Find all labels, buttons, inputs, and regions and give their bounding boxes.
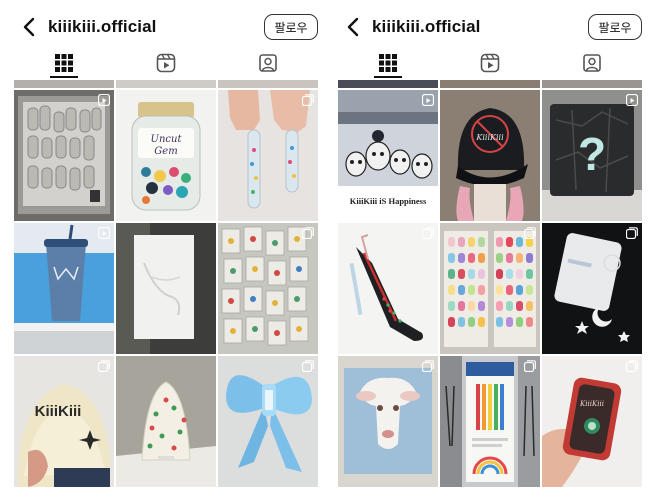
carousel-icon [302,94,314,106]
username: kiiikiii.official [372,17,481,36]
reel-icon [98,227,110,239]
post-image [338,356,438,487]
post-tile-hair-logo[interactable]: KiiiKiii [14,356,114,487]
post-image: KiiiKiii [542,356,642,487]
post-tile-cap[interactable]: KiiiKiii [440,90,540,221]
tab-reels[interactable] [116,48,216,78]
tab-reels[interactable] [440,48,540,78]
profile-panel-left: kiiikiii.official 팔로우 Uncut Gem KiiiKiii [14,0,318,499]
post-tile-phone-charm[interactable] [542,223,642,354]
happiness-caption: KiiiKiii iS Happiness [350,196,427,206]
post-image [116,223,216,354]
post-grid: Uncut Gem KiiiKiii [14,80,318,490]
reels-icon [480,53,500,73]
reel-icon [626,94,638,106]
grid-icon [55,54,73,72]
carousel-icon [524,360,536,372]
follow-button[interactable]: 팔로우 [264,14,318,40]
carousel-icon [422,360,434,372]
post-image: ? [542,90,642,221]
post-tile-pins[interactable] [218,223,318,354]
header: kiiikiii.official 팔로우 [338,10,642,44]
post-image: KiiiKiii iS Happiness [338,90,438,221]
post-tile-happiness[interactable]: KiiiKiii iS Happiness [338,90,438,221]
jar-label-line1: Uncut [151,134,183,145]
post-image [218,223,318,354]
profile-tabs [14,48,318,78]
carousel-icon [626,227,638,239]
back-arrow-icon[interactable] [344,16,364,38]
reel-icon [422,94,434,106]
previous-row-peek [14,80,318,88]
follow-button[interactable]: 팔로우 [588,14,642,40]
post-tile-tumbler[interactable] [14,223,114,354]
carousel-icon [422,227,434,239]
post-tile-uncut-gem-jar[interactable]: Uncut Gem [116,90,216,221]
post-image [218,90,318,221]
post-image [542,223,642,354]
profile-panel-right: kiiikiii.official 팔로우 KiiiKiii iS Happin… [338,0,642,499]
carousel-icon [98,360,110,372]
tagged-icon [583,54,601,72]
post-tile-question-mark[interactable]: ? [542,90,642,221]
reels-icon [156,53,176,73]
post-image [14,90,114,221]
back-arrow-icon[interactable] [20,16,40,38]
jar-label-line2: Gem [154,146,177,157]
post-tile-lamb[interactable] [338,356,438,487]
hair-caption: KiiiKiii [35,403,82,420]
tab-tagged[interactable] [218,48,318,78]
post-image [14,223,114,354]
post-grid: KiiiKiii iS Happiness KiiiKiii ? KiiiKii… [338,80,642,490]
carousel-icon [524,227,536,239]
post-image: Uncut Gem [116,90,216,221]
carousel-icon [302,360,314,372]
username: kiiikiii.official [48,17,157,36]
tab-tagged[interactable] [542,48,642,78]
tag-text: KiiiKiii [579,400,604,408]
question-mark: ? [578,128,606,180]
post-image: KiiiKiii [14,356,114,487]
profile-tabs [338,48,642,78]
post-tile-blue-bow[interactable] [218,356,318,487]
carousel-icon [302,227,314,239]
header: kiiikiii.official 팔로우 [14,10,318,44]
post-image [218,356,318,487]
post-tile-bottlecaps[interactable] [14,90,114,221]
tab-grid[interactable] [338,48,438,78]
reel-icon [98,94,110,106]
post-image [338,223,438,354]
post-tile-red-tag[interactable]: KiiiKiii [542,356,642,487]
post-image [440,356,540,487]
grid-icon [379,54,397,72]
post-image: KiiiKiii [440,90,540,221]
carousel-icon [626,360,638,372]
post-tile-pencils[interactable] [440,356,540,487]
post-tile-nail-swatches[interactable] [440,223,540,354]
post-image [116,356,216,487]
post-tile-cake[interactable] [116,356,216,487]
cap-text: KiiiKiii [475,133,504,142]
tagged-icon [259,54,277,72]
post-tile-heel[interactable] [338,223,438,354]
post-tile-nails[interactable] [218,90,318,221]
previous-row-peek [338,80,642,88]
tab-grid[interactable] [14,48,114,78]
post-image [440,223,540,354]
post-tile-card[interactable] [116,223,216,354]
